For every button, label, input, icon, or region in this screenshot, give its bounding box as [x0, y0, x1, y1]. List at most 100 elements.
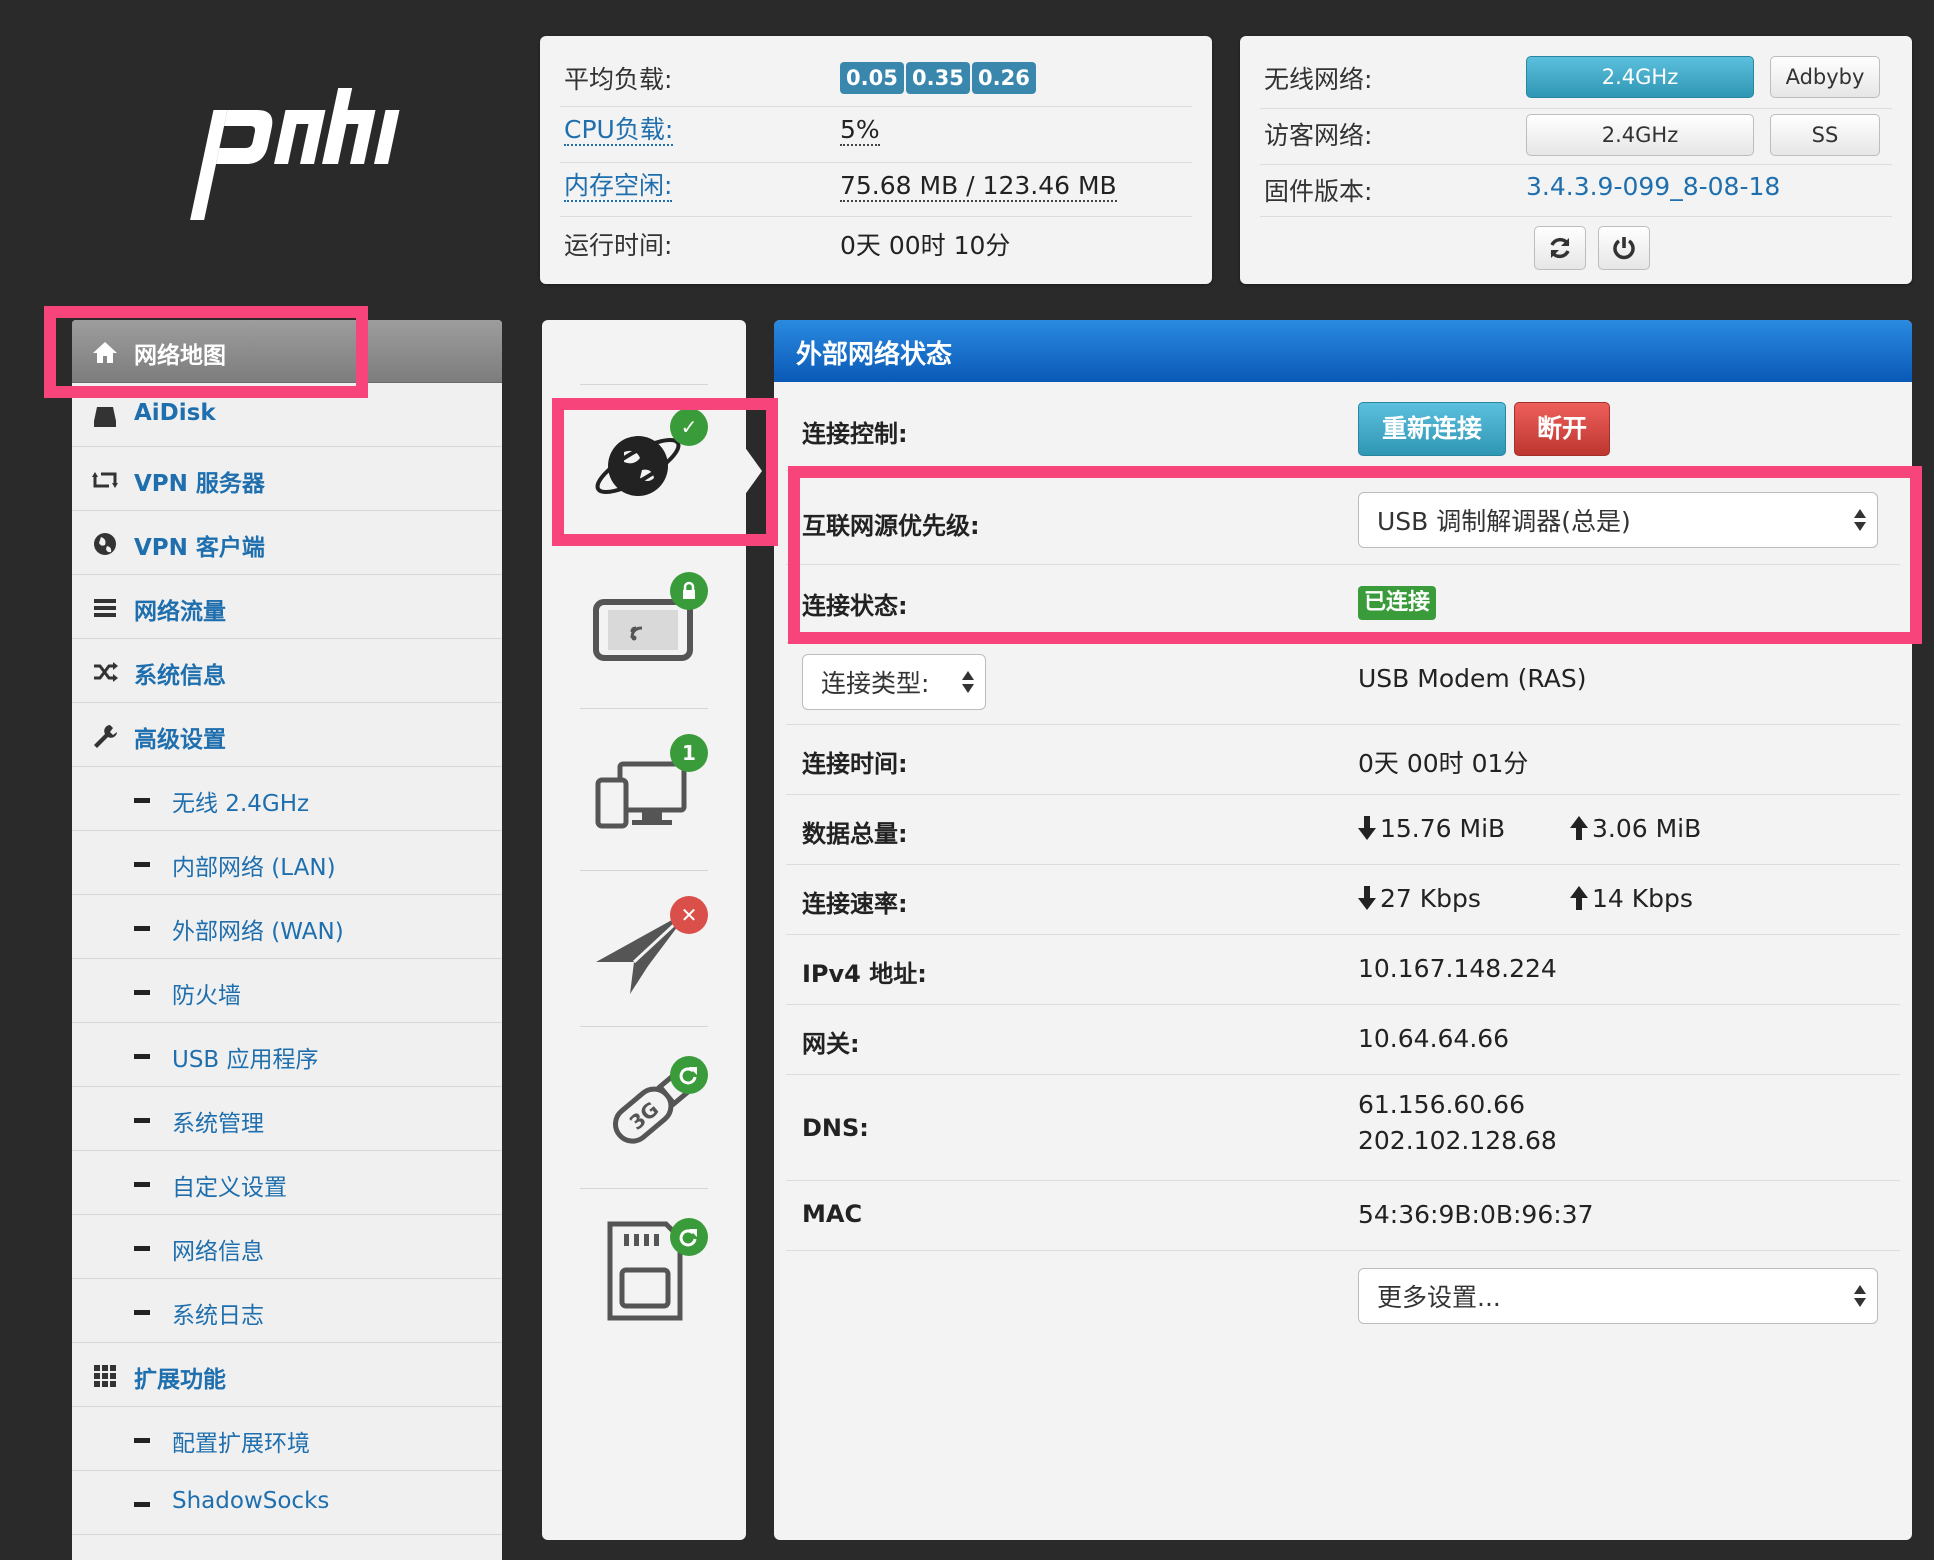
- sidebar-item-label: 网络信息: [172, 1239, 264, 1265]
- sidebar-item-label: 外部网络 (WAN): [172, 919, 344, 945]
- wireless-2g-button[interactable]: 2.4GHz: [1526, 56, 1754, 98]
- sidebar-item-label: AiDisk: [134, 400, 216, 426]
- sidebar-item-customization[interactable]: 自定义设置: [72, 1152, 502, 1215]
- firmware-version-link[interactable]: 3.4.3.9-099_8-08-18: [1526, 172, 1780, 201]
- select-arrows-icon: [1854, 1285, 1866, 1307]
- sidebar-item-system-log[interactable]: 系统日志: [72, 1280, 502, 1343]
- padavan-logo: [190, 88, 400, 220]
- arrow-up-icon: [1570, 886, 1588, 910]
- sidebar-item-label: USB 应用程序: [172, 1047, 319, 1073]
- dash-icon: [134, 990, 150, 995]
- wireless-firmware-panel: 无线网络: 2.4GHz Adbyby 访客网络: 2.4GHz SS 固件版本…: [1240, 36, 1912, 284]
- arrow-up-icon: [1570, 816, 1588, 840]
- cpu-load-link[interactable]: CPU负载:: [564, 116, 674, 146]
- data-total-label: 数据总量:: [802, 820, 908, 848]
- highlight-box-menu: [44, 306, 368, 398]
- dash-icon: [134, 1054, 150, 1059]
- rate-download-value: 27 Kbps: [1380, 884, 1481, 913]
- dns-secondary: 202.102.128.68: [1358, 1126, 1557, 1155]
- usb-modem-status-tile[interactable]: 3G: [590, 1056, 708, 1166]
- sidebar-item-label: VPN 服务器: [134, 471, 265, 497]
- data-download-value: 15.76 MiB: [1380, 814, 1506, 843]
- load-badge-15m: 0.26: [972, 62, 1036, 94]
- sidebar-item-ext-env[interactable]: 配置扩展环境: [72, 1408, 502, 1471]
- wrench-icon: [94, 725, 117, 748]
- memory-free-value: 75.68 MB / 123.46 MB: [840, 171, 1117, 202]
- lock-icon: [670, 572, 708, 610]
- dash-icon: [134, 1246, 150, 1251]
- sidebar-item-label: 网络流量: [134, 599, 226, 625]
- sidebar-menu: 网络地图 AiDisk VPN 服务器 VPN 客户端 网络流量 系统信息 高级…: [72, 320, 502, 1560]
- dash-icon: [134, 1118, 150, 1123]
- ipv4-label: IPv4 地址:: [802, 960, 927, 988]
- sidebar-item-label: 系统日志: [172, 1303, 264, 1329]
- firmware-label: 固件版本:: [1264, 177, 1373, 206]
- sidebar-item-wan[interactable]: 外部网络 (WAN): [72, 896, 502, 959]
- sidebar-item-traffic[interactable]: 网络流量: [72, 576, 502, 639]
- disconnect-button[interactable]: 断开: [1514, 402, 1610, 456]
- dns-primary: 61.156.60.66: [1358, 1090, 1525, 1119]
- adbyby-button[interactable]: Adbyby: [1770, 56, 1880, 98]
- data-upload: 3.06 MiB: [1570, 814, 1701, 843]
- shutdown-button[interactable]: [1598, 226, 1650, 270]
- reconnect-button[interactable]: 重新连接: [1358, 402, 1506, 456]
- sidebar-item-administration[interactable]: 系统管理: [72, 1088, 502, 1151]
- mac-label: MAC: [802, 1200, 863, 1228]
- shuffle-icon: [94, 662, 118, 682]
- wireless-status-tile[interactable]: [590, 572, 708, 682]
- arrow-down-icon: [1358, 816, 1376, 840]
- sidebar-item-label: 扩展功能: [134, 1367, 226, 1393]
- mac-value: 54:36:9B:0B:96:37: [1358, 1200, 1594, 1229]
- sidebar-item-firewall[interactable]: 防火墙: [72, 960, 502, 1023]
- power-icon: [1613, 237, 1635, 260]
- gateway-label: 网关:: [802, 1030, 860, 1058]
- memory-free-link[interactable]: 内存空闲:: [564, 172, 673, 202]
- dash-icon: [134, 1502, 150, 1507]
- load-label: 平均负载:: [564, 65, 673, 94]
- select-value: 连接类型:: [821, 669, 930, 698]
- sidebar-item-advanced[interactable]: 高级设置: [72, 704, 502, 767]
- globe-icon: [94, 533, 116, 555]
- guest-network-label: 访客网络:: [1264, 121, 1373, 150]
- sidebar-item-label: 防火墙: [172, 983, 241, 1009]
- rate-upload: 14 Kbps: [1570, 884, 1693, 913]
- more-settings-select[interactable]: 更多设置...: [1358, 1268, 1878, 1324]
- ss-button[interactable]: SS: [1770, 114, 1880, 156]
- sidebar-item-partial[interactable]: [72, 1536, 502, 1560]
- dash-icon: [134, 862, 150, 867]
- grid-icon: [94, 1365, 116, 1387]
- dash-icon: [134, 926, 150, 931]
- sidebar-item-wireless-24g[interactable]: 无线 2.4GHz: [72, 768, 502, 831]
- load-badge-1m: 0.05: [840, 62, 904, 94]
- guest-2g-button[interactable]: 2.4GHz: [1526, 114, 1754, 156]
- dns-label: DNS:: [802, 1114, 869, 1142]
- sidebar-item-label: 高级设置: [134, 727, 226, 753]
- sidebar-item-usb-apps[interactable]: USB 应用程序: [72, 1024, 502, 1087]
- sidebar-item-vpn-client[interactable]: VPN 客户端: [72, 512, 502, 575]
- sidebar-item-extensions[interactable]: 扩展功能: [72, 1344, 502, 1407]
- select-arrows-icon: [962, 671, 974, 693]
- reboot-button[interactable]: [1534, 226, 1586, 270]
- retweet-icon: [92, 472, 118, 488]
- sidebar-item-lan[interactable]: 内部网络 (LAN): [72, 832, 502, 895]
- load-badge-5m: 0.35: [906, 62, 970, 94]
- sidebar-item-system-info[interactable]: 系统信息: [72, 640, 502, 703]
- data-upload-value: 3.06 MiB: [1592, 814, 1702, 843]
- select-value: 更多设置...: [1377, 1283, 1501, 1312]
- sidebar-item-label: 无线 2.4GHz: [172, 791, 310, 817]
- highlight-box-wan-status: [788, 466, 1922, 644]
- sidebar-item-label: 系统管理: [172, 1111, 264, 1137]
- vpn-status-tile[interactable]: ✕: [590, 896, 708, 1006]
- sidebar-item-label: 系统信息: [134, 663, 226, 689]
- connection-type-select[interactable]: 连接类型:: [802, 654, 986, 710]
- sidebar-item-network-info[interactable]: 网络信息: [72, 1216, 502, 1279]
- connection-time-value: 0天 00时 01分: [1358, 749, 1529, 778]
- eject-icon: [670, 1218, 708, 1256]
- ipv4-value: 10.167.148.224: [1358, 954, 1557, 983]
- storage-status-tile[interactable]: [590, 1218, 708, 1328]
- arrow-down-icon: [1358, 886, 1376, 910]
- sidebar-item-shadowsocks[interactable]: ShadowSocks: [72, 1472, 502, 1535]
- sidebar-item-vpn-server[interactable]: VPN 服务器: [72, 448, 502, 511]
- clients-status-tile[interactable]: 1: [590, 734, 708, 844]
- uptime-value: 0天 00时 10分: [840, 231, 1011, 260]
